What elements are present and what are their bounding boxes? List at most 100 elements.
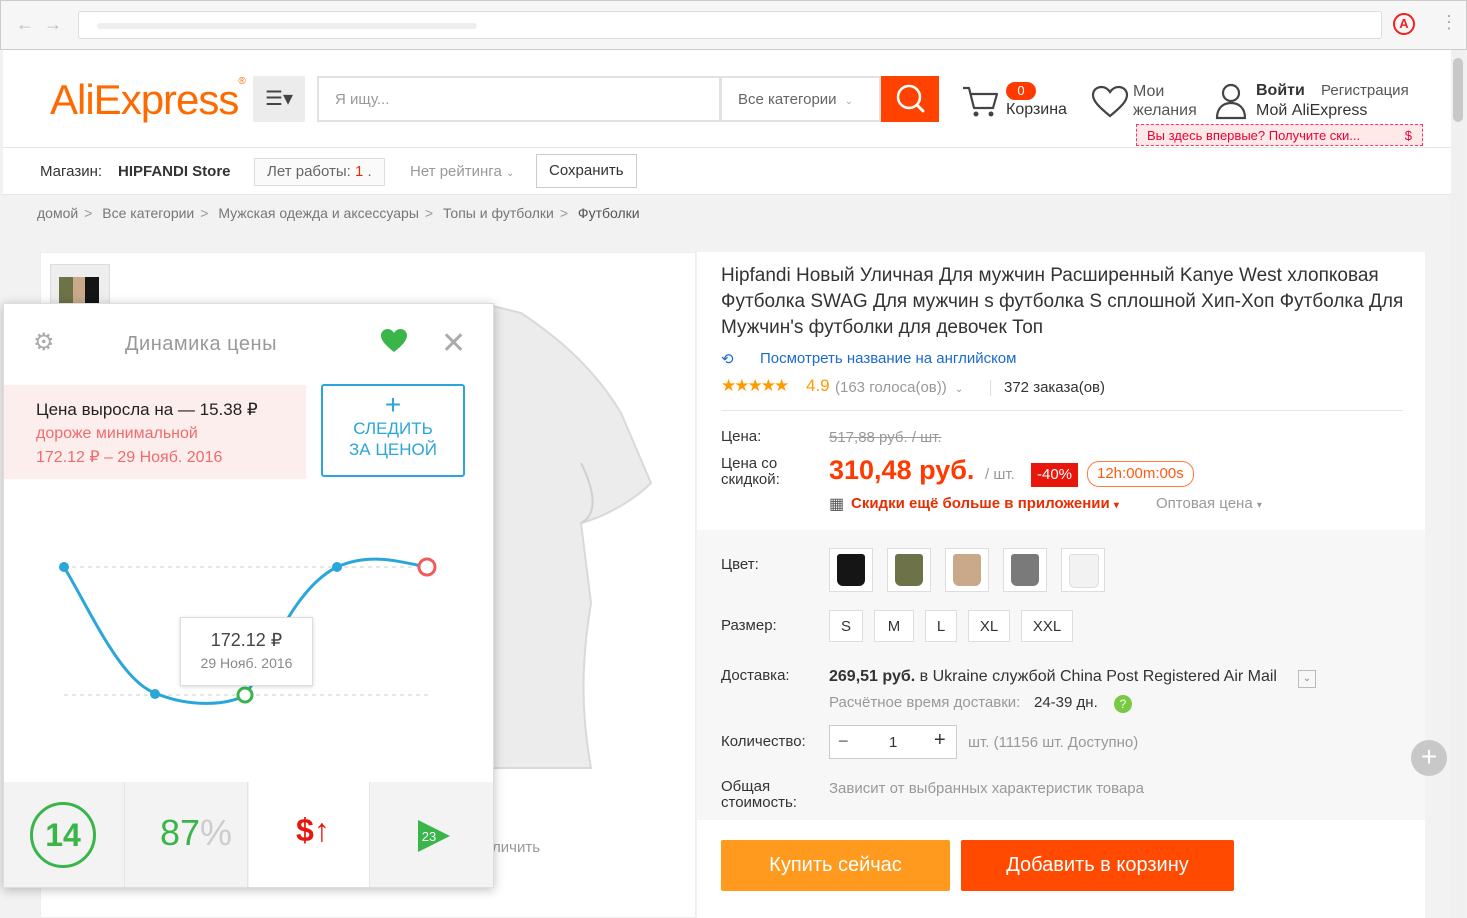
gallery-thumbnail[interactable] — [50, 264, 110, 308]
breadcrumb-item[interactable]: домой — [37, 205, 78, 221]
close-icon[interactable]: ✕ — [441, 326, 466, 361]
shipping-info: 269,51 руб. в Ukraine службой China Post… — [829, 668, 1277, 685]
breadcrumb-current: Футболки — [577, 205, 640, 221]
scrollbar-thumb[interactable] — [1453, 58, 1463, 122]
play-icon: 23 — [418, 820, 450, 852]
add-to-cart-button[interactable]: Добавить в корзину — [961, 840, 1234, 891]
address-bar[interactable] — [78, 11, 1382, 39]
price-point — [150, 689, 160, 699]
size-option-m[interactable]: M — [874, 610, 914, 642]
delivery-time-label: Расчётное время доставки: — [829, 694, 1021, 711]
countdown-timer: 12h:00m:00s — [1087, 461, 1194, 487]
breadcrumb: домой > Все категории > Мужская одежда и а… — [37, 205, 640, 221]
gear-icon[interactable]: ⚙ — [33, 328, 55, 357]
seller-score-icon: 14 — [30, 802, 96, 868]
breadcrumb-item[interactable]: Топы и футболки — [443, 205, 554, 221]
quantity-input[interactable]: 1 — [889, 734, 897, 751]
delivery-time-value: 24-39 дн. — [1034, 694, 1098, 711]
divider — [990, 380, 991, 396]
product-title: Hipfandi Новый Уличная Для мужчин Расшир… — [721, 265, 1404, 338]
price-point — [332, 562, 342, 572]
color-swatch-white[interactable] — [1061, 548, 1105, 592]
track-price-button[interactable]: + СЛЕДИТЬ ЗА ЦЕНОЙ — [321, 384, 465, 477]
register-link[interactable]: Регистрация — [1321, 82, 1409, 99]
translate-icon: ⟲ — [721, 351, 734, 368]
orders-count: 372 заказа(ов) — [1004, 379, 1106, 396]
price-point-min — [236, 686, 254, 704]
price-dynamics-title: Динамика цены — [125, 333, 277, 355]
new-user-promo[interactable]: Вы здесь впервые? Получите ски... $ — [1136, 124, 1423, 146]
tshirt-image — [481, 303, 653, 769]
price-point-current — [417, 557, 437, 577]
user-icon[interactable] — [1214, 82, 1248, 120]
color-swatch-gray[interactable] — [1003, 548, 1047, 592]
size-option-xl[interactable]: XL — [968, 610, 1010, 642]
translate-link[interactable]: Посмотреть название на английском — [760, 350, 1016, 367]
price-rise-text: Цена выросла на — 15.38 ₽ — [36, 400, 258, 419]
tooltip-price: 172.12 ₽ — [210, 630, 283, 650]
search-input[interactable]: Я ищу... — [317, 76, 721, 122]
price-label: Цена: — [721, 428, 762, 445]
price-point — [59, 562, 69, 572]
signin-link[interactable]: Войти — [1256, 82, 1305, 100]
color-swatch-black[interactable] — [829, 548, 873, 592]
color-swatch-olive[interactable] — [887, 548, 931, 592]
store-name-link[interactable]: HIPFANDI Store — [118, 163, 231, 180]
size-label: Размер: — [721, 617, 777, 634]
cart-icon[interactable] — [961, 82, 999, 120]
app-discount-link[interactable]: Скидки ещё больше в приложении ▾ — [851, 495, 1119, 512]
quantity-increase-button[interactable]: + — [934, 729, 946, 752]
chart-tooltip: 172.12 ₽ 29 Нояб. 2016 — [180, 617, 313, 686]
price-unit: / шт. — [985, 466, 1015, 483]
plus-icon: + — [384, 389, 402, 420]
size-option-l[interactable]: L — [925, 610, 957, 642]
color-label: Цвет: — [721, 556, 759, 573]
total-cost-label: Общая стоимость: — [721, 778, 797, 811]
buy-now-button[interactable]: Купить сейчас — [721, 840, 950, 891]
size-option-s[interactable]: S — [829, 610, 863, 642]
rating-score: 4.9 — [806, 376, 830, 395]
breadcrumb-item[interactable]: Мужская одежда и аксессуары — [218, 205, 419, 221]
help-icon[interactable]: ? — [1114, 695, 1132, 713]
color-swatch-khaki[interactable] — [945, 548, 989, 592]
coupon-icon: $ — [1404, 128, 1412, 143]
min-price-date: 172.12 ₽ – 29 Нояб. 2016 — [36, 449, 223, 466]
original-price: 517,88 руб. / шт. — [829, 429, 942, 446]
save-store-button[interactable]: Сохранить — [536, 154, 637, 188]
min-price-note: дороже минимальной — [36, 425, 198, 442]
store-years-badge: Лет работы: 1 . — [254, 158, 385, 186]
qr-code-icon: ▦ — [829, 496, 845, 513]
categories-menu-button[interactable]: ☰▾ — [253, 76, 305, 122]
favorite-heart-icon[interactable] — [380, 328, 408, 354]
floating-add-icon[interactable]: + — [1411, 740, 1447, 776]
wishlist-heart-icon[interactable] — [1091, 85, 1129, 119]
category-select[interactable]: Все категории ⌄ — [721, 76, 881, 122]
search-icon — [896, 84, 925, 113]
browser-menu-icon[interactable]: ⋮ — [1440, 12, 1458, 33]
wishlist-link[interactable]: Мои желания — [1133, 82, 1197, 120]
positive-feedback-percent: 87% — [160, 812, 233, 853]
shipping-label: Доставка: — [721, 667, 790, 684]
quantity-label: Количество: — [721, 733, 806, 750]
rating-stars-icon: ★★★★★ — [721, 376, 789, 395]
discount-price: 310,48 руб. — [829, 455, 975, 485]
votes-dropdown[interactable]: (163 голоса(ов)) ⌄ — [835, 379, 963, 396]
total-cost-value: Зависит от выбранных характеристик товар… — [829, 780, 1144, 797]
cart-link[interactable]: Корзина — [1006, 101, 1067, 119]
cart-count-badge: 0 — [1006, 82, 1036, 100]
aliexpress-logo[interactable]: AliExpress® — [50, 76, 246, 124]
size-option-xxl[interactable]: XXL — [1021, 610, 1073, 642]
my-aliexpress-link[interactable]: Мой AliExpress — [1256, 102, 1367, 120]
breadcrumb-item[interactable]: Все категории — [102, 205, 194, 221]
quantity-decrease-button[interactable]: − — [838, 731, 849, 752]
extension-icon[interactable]: A — [1393, 13, 1415, 35]
divider — [721, 410, 1403, 411]
thumbnail-image — [59, 277, 99, 303]
scrollbar[interactable] — [1451, 50, 1465, 918]
back-arrow-icon[interactable]: ← — [16, 14, 34, 35]
store-rating-dropdown[interactable]: Нет рейтинга ⌄ — [410, 163, 514, 180]
search-button[interactable] — [881, 76, 939, 122]
forward-arrow-icon[interactable]: → — [44, 14, 62, 35]
shipping-options-dropdown[interactable]: ⌄ — [1298, 670, 1316, 688]
wholesale-price-dropdown[interactable]: Оптовая цена ▾ — [1156, 495, 1262, 512]
